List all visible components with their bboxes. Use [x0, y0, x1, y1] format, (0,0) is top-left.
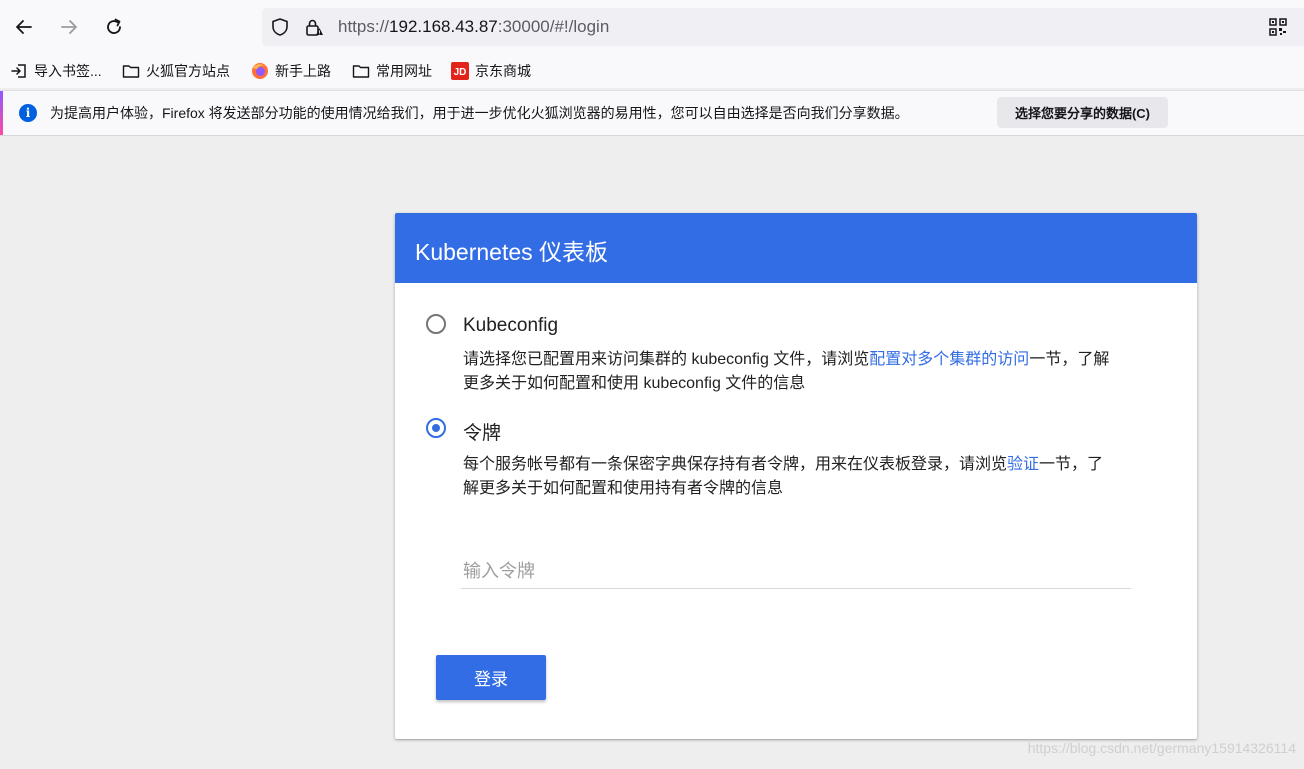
bookmark-label: 京东商城 [475, 63, 531, 79]
back-button[interactable] [9, 12, 39, 42]
insecure-lock-icon[interactable] [304, 17, 324, 37]
address-bar[interactable]: https://192.168.43.87:30000/#!/login [262, 8, 1304, 46]
radio-selected-dot [432, 424, 440, 432]
notification-message: 为提高用户体验，Firefox 将发送部分功能的使用情况给我们，用于进一步优化火… [50, 105, 909, 121]
token-label[interactable]: 令牌 [463, 418, 501, 445]
folder-icon [122, 62, 140, 80]
svg-text:JD: JD [454, 67, 467, 78]
tracking-shield-icon[interactable] [270, 17, 290, 37]
url-text[interactable]: https://192.168.43.87:30000/#!/login [338, 17, 609, 37]
bookmark-label: 火狐官方站点 [146, 63, 230, 79]
bookmarks-toolbar: 导入书签... 火狐官方站点 新手上路 常用网址 JD 京东商城 [0, 54, 1304, 88]
token-description: 每个服务帐号都有一条保密字典保存持有者令牌，用来在仪表板登录，请浏览验证一节，了… [463, 453, 1113, 501]
firefox-icon [251, 62, 269, 80]
desc-text: 每个服务帐号都有一条保密字典保存持有者令牌，用来在仪表板登录，请浏览 [463, 456, 1008, 473]
bookmark-label: 常用网址 [376, 63, 432, 79]
notification-accent [0, 91, 3, 135]
token-radio[interactable] [426, 418, 446, 438]
watermark: https://blog.csdn.net/germany15914326114 [1027, 740, 1296, 756]
browser-navbar: https://192.168.43.87:30000/#!/login [0, 0, 1304, 54]
qr-code-icon[interactable] [1268, 17, 1288, 37]
bookmark-jd[interactable]: JD 京东商城 [451, 61, 531, 81]
token-input[interactable] [461, 555, 1131, 589]
kubeconfig-description: 请选择您已配置用来访问集群的 kubeconfig 文件，请浏览配置对多个集群的… [463, 348, 1113, 396]
bookmark-label: 导入书签... [34, 63, 102, 79]
multi-cluster-access-link[interactable]: 配置对多个集群的访问 [869, 351, 1029, 368]
arrow-left-icon [16, 20, 32, 34]
reload-button[interactable] [99, 12, 129, 42]
url-scheme: https:// [338, 17, 390, 36]
bookmark-import[interactable]: 导入书签... [10, 61, 102, 81]
login-button[interactable]: 登录 [436, 655, 546, 700]
card-header: Kubernetes 仪表板 [395, 213, 1197, 283]
desc-text: 请选择您已配置用来访问集群的 kubeconfig 文件，请浏览 [463, 351, 870, 368]
authentication-link[interactable]: 验证 [1007, 456, 1039, 473]
login-card: Kubernetes 仪表板 Kubeconfig 请选择您已配置用来访问集群的… [395, 213, 1197, 739]
page-title: Kubernetes 仪表板 [415, 239, 609, 265]
kubeconfig-radio[interactable] [426, 314, 446, 334]
bookmark-getting-started[interactable]: 新手上路 [251, 61, 331, 81]
bookmark-label: 新手上路 [275, 63, 331, 79]
reload-icon [107, 18, 121, 34]
jd-logo-icon: JD [451, 62, 469, 80]
url-path: :30000/#!/login [497, 17, 610, 36]
arrow-right-icon [61, 20, 77, 34]
url-host: 192.168.43.87 [389, 17, 498, 36]
bookmark-firefox-site[interactable]: 火狐官方站点 [122, 61, 230, 81]
import-icon [10, 62, 28, 80]
kubeconfig-label[interactable]: Kubeconfig [463, 315, 558, 337]
folder-icon [352, 62, 370, 80]
info-icon: i [19, 104, 37, 122]
bookmark-common-sites[interactable]: 常用网址 [352, 61, 432, 81]
choose-data-button[interactable]: 选择您要分享的数据(C) [997, 97, 1168, 128]
forward-button[interactable] [54, 12, 84, 42]
telemetry-notification-bar: i 为提高用户体验，Firefox 将发送部分功能的使用情况给我们，用于进一步优… [0, 90, 1304, 136]
